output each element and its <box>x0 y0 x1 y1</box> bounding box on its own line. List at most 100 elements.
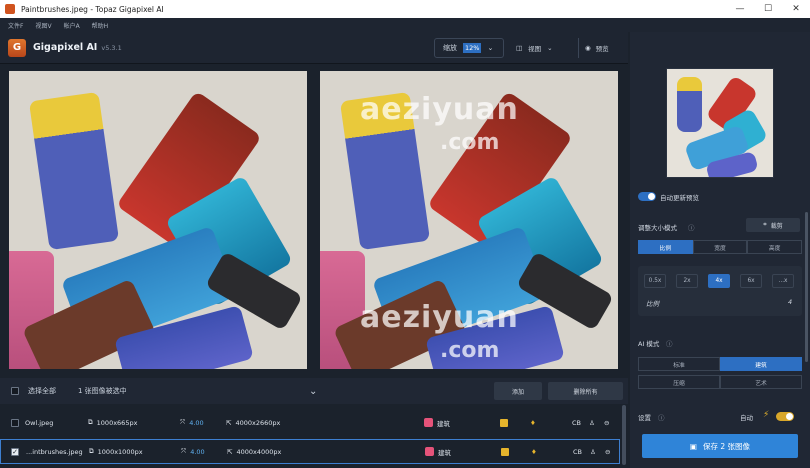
flame-icon[interactable]: ♦ <box>531 448 537 456</box>
ai-mode-label: AI 模式 <box>638 340 660 348</box>
scale-value-field[interactable]: 4 <box>788 298 792 306</box>
source-size: ⧉ 1000x1000px <box>89 447 143 456</box>
file-checkbox[interactable] <box>11 418 19 427</box>
window-titlebar: Paintbrushes.jpeg - Topaz Gigapixel AI —… <box>0 0 810 18</box>
image-settings-icon[interactable] <box>500 418 508 427</box>
help-icon[interactable]: ⓘ <box>658 412 665 422</box>
resize-mode-tabs: 比例 宽度 高度 <box>638 240 803 254</box>
zoom-value[interactable]: 12% <box>463 43 482 53</box>
settings-panel: 自动更新预览 调整大小模式 ⓘ ⌗ 裁剪 比例 宽度 高度 0.5x 2x 4x … <box>630 32 810 468</box>
remove-icon[interactable]: ⊖ <box>604 419 609 427</box>
scale-value: 4.00 <box>190 447 205 456</box>
save-icon: ▣ <box>689 441 698 451</box>
auto-preview-toggle[interactable] <box>638 192 656 201</box>
ai-mode-value: 建筑 <box>438 448 451 457</box>
settings-label: 设置 <box>638 414 651 422</box>
maximize-button[interactable]: ☐ <box>754 0 782 18</box>
scale-factor: ⤧ 4.00 <box>181 447 205 456</box>
add-button[interactable]: 添加 <box>494 382 542 400</box>
chevron-down-icon[interactable]: ⌄ <box>487 44 493 52</box>
architecture-icon <box>425 447 434 456</box>
scale-custom-button[interactable]: ...x <box>772 274 794 288</box>
zoom-label: 缩放 <box>443 44 457 52</box>
file-name: ...intbrushes.jpeg <box>26 447 83 456</box>
ai-mode: 建筑 <box>424 418 450 428</box>
image-settings-icon[interactable] <box>501 447 509 456</box>
file-checkbox[interactable]: ✓ <box>11 447 19 456</box>
ai-mode-compressed[interactable]: 压缩 <box>638 375 720 389</box>
crop-label: 裁剪 <box>770 222 783 230</box>
app-icon <box>5 4 15 14</box>
help-icon[interactable]: ⓘ <box>666 338 673 348</box>
ai-mode-architecture[interactable]: 建筑 <box>720 357 802 371</box>
expand-icon: ⤧ <box>181 447 187 455</box>
app-name: Gigapixel AI <box>33 42 98 53</box>
window-title: Paintbrushes.jpeg - Topaz Gigapixel AI <box>21 4 164 14</box>
ai-mode-art[interactable]: 艺术 <box>720 375 802 389</box>
paint-brush <box>677 77 702 132</box>
scale-options: 0.5x 2x 4x 6x ...x 比例 4 <box>638 266 802 316</box>
flame-icon[interactable]: ♦ <box>530 419 536 427</box>
output-size-icon: ⇱ <box>226 418 232 427</box>
ai-mode: 建筑 <box>425 447 451 457</box>
menu-bar: 文件F 视图V 帐户A 帮助H <box>0 18 810 32</box>
scale-factor: ⤧ 4.00 <box>180 418 204 427</box>
chevron-down-icon[interactable]: ⌄ <box>309 386 317 397</box>
user-icon[interactable]: ♙ <box>589 419 595 427</box>
file-row[interactable]: Owl.jpeg ⧉ 1000x665px ⤧ 4.00 ⇱ 4000x2660px … <box>0 410 620 435</box>
original-image-pane[interactable] <box>9 71 307 369</box>
navigator-thumbnail[interactable] <box>666 68 774 178</box>
scale-0-5x-button[interactable]: 0.5x <box>644 274 666 288</box>
file-row[interactable]: ✓ ...intbrushes.jpeg ⧉ 1000x1000px ⤧ 4.00 … <box>0 439 620 464</box>
zoom-control[interactable]: 缩放 12% ⌄ <box>434 38 504 58</box>
paint-brush <box>28 91 120 251</box>
scale-6x-button[interactable]: 6x <box>740 274 762 288</box>
ai-mode-standard[interactable]: 标准 <box>638 357 720 371</box>
menu-view[interactable]: 视图V <box>35 21 51 30</box>
preview-button[interactable]: ◉ 预览 <box>578 38 620 58</box>
preview-label: 预览 <box>595 45 609 53</box>
format-badge: CB <box>572 418 581 427</box>
format-badge: CB <box>573 447 582 456</box>
app-header: G Gigapixel AI v5.3.1 缩放 12% ⌄ ◫ 视图 ⌄ ◉ … <box>0 32 628 64</box>
output-size-value: 4000x4000px <box>236 447 282 456</box>
resize-mode-label: 调整大小模式 <box>638 224 677 232</box>
crop-button[interactable]: ⌗ 裁剪 <box>746 218 800 232</box>
tab-height[interactable]: 高度 <box>747 240 803 254</box>
remove-all-button[interactable]: 删除所有 <box>548 382 623 400</box>
scale-value: 4.00 <box>189 418 204 427</box>
save-label: 保存 2 张图像 <box>703 441 751 451</box>
select-all-label[interactable]: 选择全部 <box>28 386 56 396</box>
app-version: v5.3.1 <box>101 43 122 52</box>
help-icon[interactable]: ⓘ <box>688 222 695 232</box>
menu-help[interactable]: 帮助H <box>92 21 109 30</box>
panel-scrollbar[interactable] <box>805 212 808 362</box>
gigapixel-logo: G <box>8 38 26 57</box>
menu-file[interactable]: 文件F <box>8 21 23 30</box>
chevron-down-icon: ⌄ <box>547 44 553 52</box>
source-size-value: 1000x1000px <box>97 447 143 456</box>
auto-preview-label: 自动更新预览 <box>660 194 699 202</box>
scale-4x-button[interactable]: 4x <box>708 274 730 288</box>
file-list-scrollbar[interactable] <box>622 405 626 465</box>
tab-scale[interactable]: 比例 <box>638 240 693 254</box>
select-all-checkbox[interactable] <box>11 387 19 395</box>
view-dropdown[interactable]: ◫ 视图 ⌄ <box>516 38 566 58</box>
scale-2x-button[interactable]: 2x <box>676 274 698 288</box>
remove-icon[interactable]: ⊖ <box>605 448 610 456</box>
close-button[interactable]: ✕ <box>782 0 810 18</box>
eye-icon: ◉ <box>585 44 591 52</box>
user-icon[interactable]: ♙ <box>590 448 596 456</box>
output-size: ⇱ 4000x4000px <box>227 448 281 456</box>
selection-bar: 选择全部 1 张图像被选中 ⌄ 添加 删除所有 <box>0 378 628 404</box>
tab-width[interactable]: 宽度 <box>692 240 748 254</box>
image-size-icon: ⧉ <box>88 418 93 426</box>
save-button[interactable]: ▣ 保存 2 张图像 <box>642 434 798 458</box>
scale-label: 比例 <box>646 300 659 308</box>
source-size-value: 1000x665px <box>96 418 138 427</box>
image-size-icon: ⧉ <box>89 447 94 455</box>
minimize-button[interactable]: — <box>726 0 754 18</box>
menu-account[interactable]: 帐户A <box>64 21 80 30</box>
auto-settings-toggle[interactable] <box>776 412 794 421</box>
image-viewer: aeziyuan .com aeziyuan .com <box>0 64 628 376</box>
